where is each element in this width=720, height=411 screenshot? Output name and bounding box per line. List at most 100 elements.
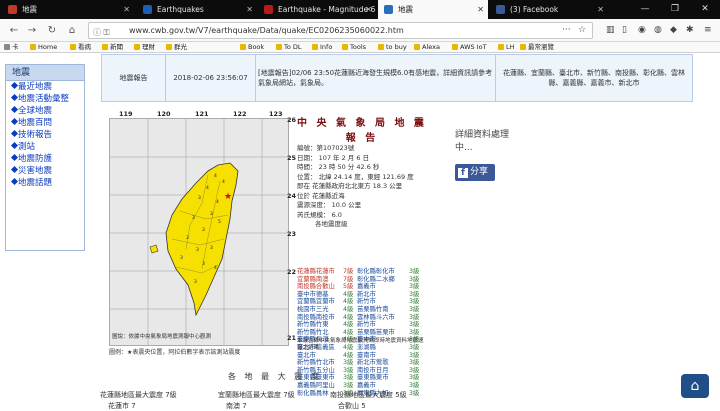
back-to-top-button[interactable]: ⌂ [681, 374, 709, 398]
intensity-row: 桃園市三光 4級 苗栗縣竹南 3級 [297, 306, 427, 314]
bookmark-item[interactable]: 新聞 [102, 42, 123, 53]
sidebar-item-disaster[interactable]: 災害地震 [6, 165, 84, 177]
back-arrow-icon[interactable]: ← [6, 23, 22, 38]
tab-3[interactable]: Earthquake - Magnitude 6 ✕ [258, 0, 376, 19]
detail-processing: 詳細資料處理 中... [455, 129, 509, 155]
station-intensity-level: 3級 [409, 321, 420, 329]
intensity-row: 嘉義縣阿里山 3級 嘉義市 3級 [297, 382, 427, 390]
station-intensity-level: 3級 [343, 381, 354, 389]
close-window-button[interactable]: ✕ [690, 0, 720, 19]
extension-icon-3[interactable]: ◆ [670, 25, 677, 35]
tab-favicon-icon [384, 5, 393, 14]
close-icon[interactable]: ✕ [597, 0, 604, 19]
bullet-icon [10, 129, 19, 138]
intensity-row: 臺北市 4級 臺南市 3級 [297, 352, 427, 360]
alert-table: 地震報告 2018-02-06 23:56:07 [地震報告]02/06 23:… [101, 54, 693, 102]
sidebar-item-stations[interactable]: 測站 [6, 141, 84, 153]
folder-icon [30, 44, 36, 50]
longitude-label: 122 [233, 110, 247, 118]
extension-icon-4[interactable]: ✱ [686, 25, 694, 35]
station-name: 花蓮縣花蓮市 [297, 268, 335, 275]
bookmark-item[interactable]: Info [312, 42, 332, 53]
tab-4-active[interactable]: 地震 ✕ [378, 0, 488, 19]
bookmark-item[interactable]: 最常瀏覽 [520, 42, 554, 53]
sidebar-item-topics[interactable]: 地震話題 [6, 177, 84, 189]
maximize-button[interactable]: ❐ [660, 0, 690, 19]
tab-label: Earthquakes [157, 5, 204, 14]
minimize-button[interactable]: — [630, 0, 660, 19]
home-icon: ⌂ [690, 378, 700, 394]
bookmark-item[interactable]: Home [30, 42, 57, 53]
tab-label: 地震 [398, 5, 413, 14]
sidebar-item-recent[interactable]: 最近地震 [6, 81, 84, 93]
station-intensity-level: 3級 [409, 268, 420, 275]
close-icon[interactable]: ✕ [365, 0, 372, 19]
extension-icon[interactable]: ◉ [638, 25, 646, 35]
station-name: 嘉義市 [357, 283, 376, 291]
bookmark-item[interactable]: AWS IoT [452, 42, 487, 53]
close-icon[interactable]: ✕ [246, 0, 253, 19]
area-max-intensity: 南投縣地區最大震度 5級 [330, 391, 407, 399]
station-intensity-level: 7級 [343, 268, 354, 275]
sidebar-item-activity[interactable]: 地震活動彙整 [6, 93, 84, 105]
sidebar-item-tech-report[interactable]: 技術報告 [6, 129, 84, 141]
bookmark-item[interactable]: Book [240, 42, 264, 53]
station-name: 新竹縣竹東 [297, 321, 329, 329]
home-icon[interactable]: ⌂ [64, 23, 80, 38]
folder-icon [378, 44, 384, 50]
bullet-icon [10, 105, 19, 114]
tab-2[interactable]: Earthquakes ✕ [137, 0, 257, 19]
navigation-bar: ← → ↻ ⌂ ⓘ ⚿ www.cwb.gov.tw/V7/earthquake… [0, 19, 720, 42]
longitude-label: 119 [119, 110, 133, 118]
bookmark-item[interactable]: LH [498, 42, 515, 53]
close-icon[interactable]: ✕ [123, 0, 130, 19]
extension-icon-2[interactable]: ◍ [654, 25, 662, 35]
site-info-icon[interactable]: ⓘ ⚿ [93, 25, 123, 37]
station-name: 苗栗縣竹南 [357, 305, 389, 313]
bookmark-item[interactable]: 理財 [134, 42, 155, 53]
sidebar-item-faq[interactable]: 地震百問 [6, 117, 84, 129]
page-content: 地震 最近地震 地震活動彙整 全球地震 地震百問 技術報告 測站 地震防護 災害… [0, 54, 720, 410]
bookmark-item[interactable]: Tools [342, 42, 366, 53]
bookmark-item[interactable]: to buy [378, 42, 407, 53]
sidebar-item-protection[interactable]: 地震防護 [6, 153, 84, 165]
library-icon[interactable]: ▥ [606, 25, 615, 35]
sidebar-item-global[interactable]: 全球地震 [6, 105, 84, 117]
bookmark-item[interactable]: Alexa [414, 42, 440, 53]
bookmark-item[interactable]: 群光 [166, 42, 187, 53]
svg-text:3: 3 [196, 247, 199, 253]
report-depth: 震源深度： 10.0 公里 [297, 201, 362, 209]
bookmark-item[interactable]: To DL [276, 42, 302, 53]
bookmark-star-icon[interactable]: ☆ [578, 25, 586, 35]
bookmark-item[interactable]: 卡 [4, 42, 19, 53]
svg-text:3: 3 [186, 235, 189, 241]
share-button[interactable]: f 分享 [455, 164, 495, 181]
menu-icon[interactable]: ≡ [704, 25, 712, 35]
station-name: 新竹市 [357, 321, 376, 329]
tab-1[interactable]: 地震 ✕ [2, 0, 134, 19]
close-icon[interactable]: ✕ [477, 0, 484, 19]
station-intensity-level: 4級 [343, 351, 354, 359]
taiwan-map-svg: 444 343 335 33 3 333 4 ★ [110, 119, 288, 345]
latitude-label: 21 [287, 334, 297, 342]
station-intensity-level: 4級 [343, 298, 354, 306]
address-bar[interactable]: ⓘ ⚿ www.cwb.gov.tw/V7/earthquake/Data/qu… [88, 22, 593, 39]
folder-icon [452, 44, 458, 50]
station-intensity-level: 3級 [409, 381, 420, 389]
facebook-icon: f [458, 168, 468, 178]
sidebar-icon[interactable]: ▯ [622, 25, 627, 35]
bullet-icon [10, 141, 19, 150]
forward-arrow-icon[interactable]: → [24, 23, 40, 38]
more-icon[interactable]: ··· [562, 25, 571, 35]
reload-icon[interactable]: ↻ [44, 23, 60, 38]
tab-5[interactable]: (3) Facebook ✕ [490, 0, 608, 19]
report-location-detail: 即在 花蓮縣政府北北東方 18.3 公里 [297, 182, 403, 190]
station-intensity-level: 3級 [409, 351, 420, 359]
latitude-label: 23 [287, 230, 297, 238]
intensity-row: 新竹縣竹北市 3級 新北市鶯歌 3級 [297, 359, 427, 367]
bookmark-item[interactable]: 看病 [70, 42, 91, 53]
longitude-label: 120 [157, 110, 171, 118]
area-max-intensity: 宜蘭縣地區最大震度 7級 [218, 391, 295, 399]
station-intensity: 花蓮市 7 [108, 402, 136, 410]
report-magnitude: 芮氏規模： 6.0 [297, 210, 342, 219]
